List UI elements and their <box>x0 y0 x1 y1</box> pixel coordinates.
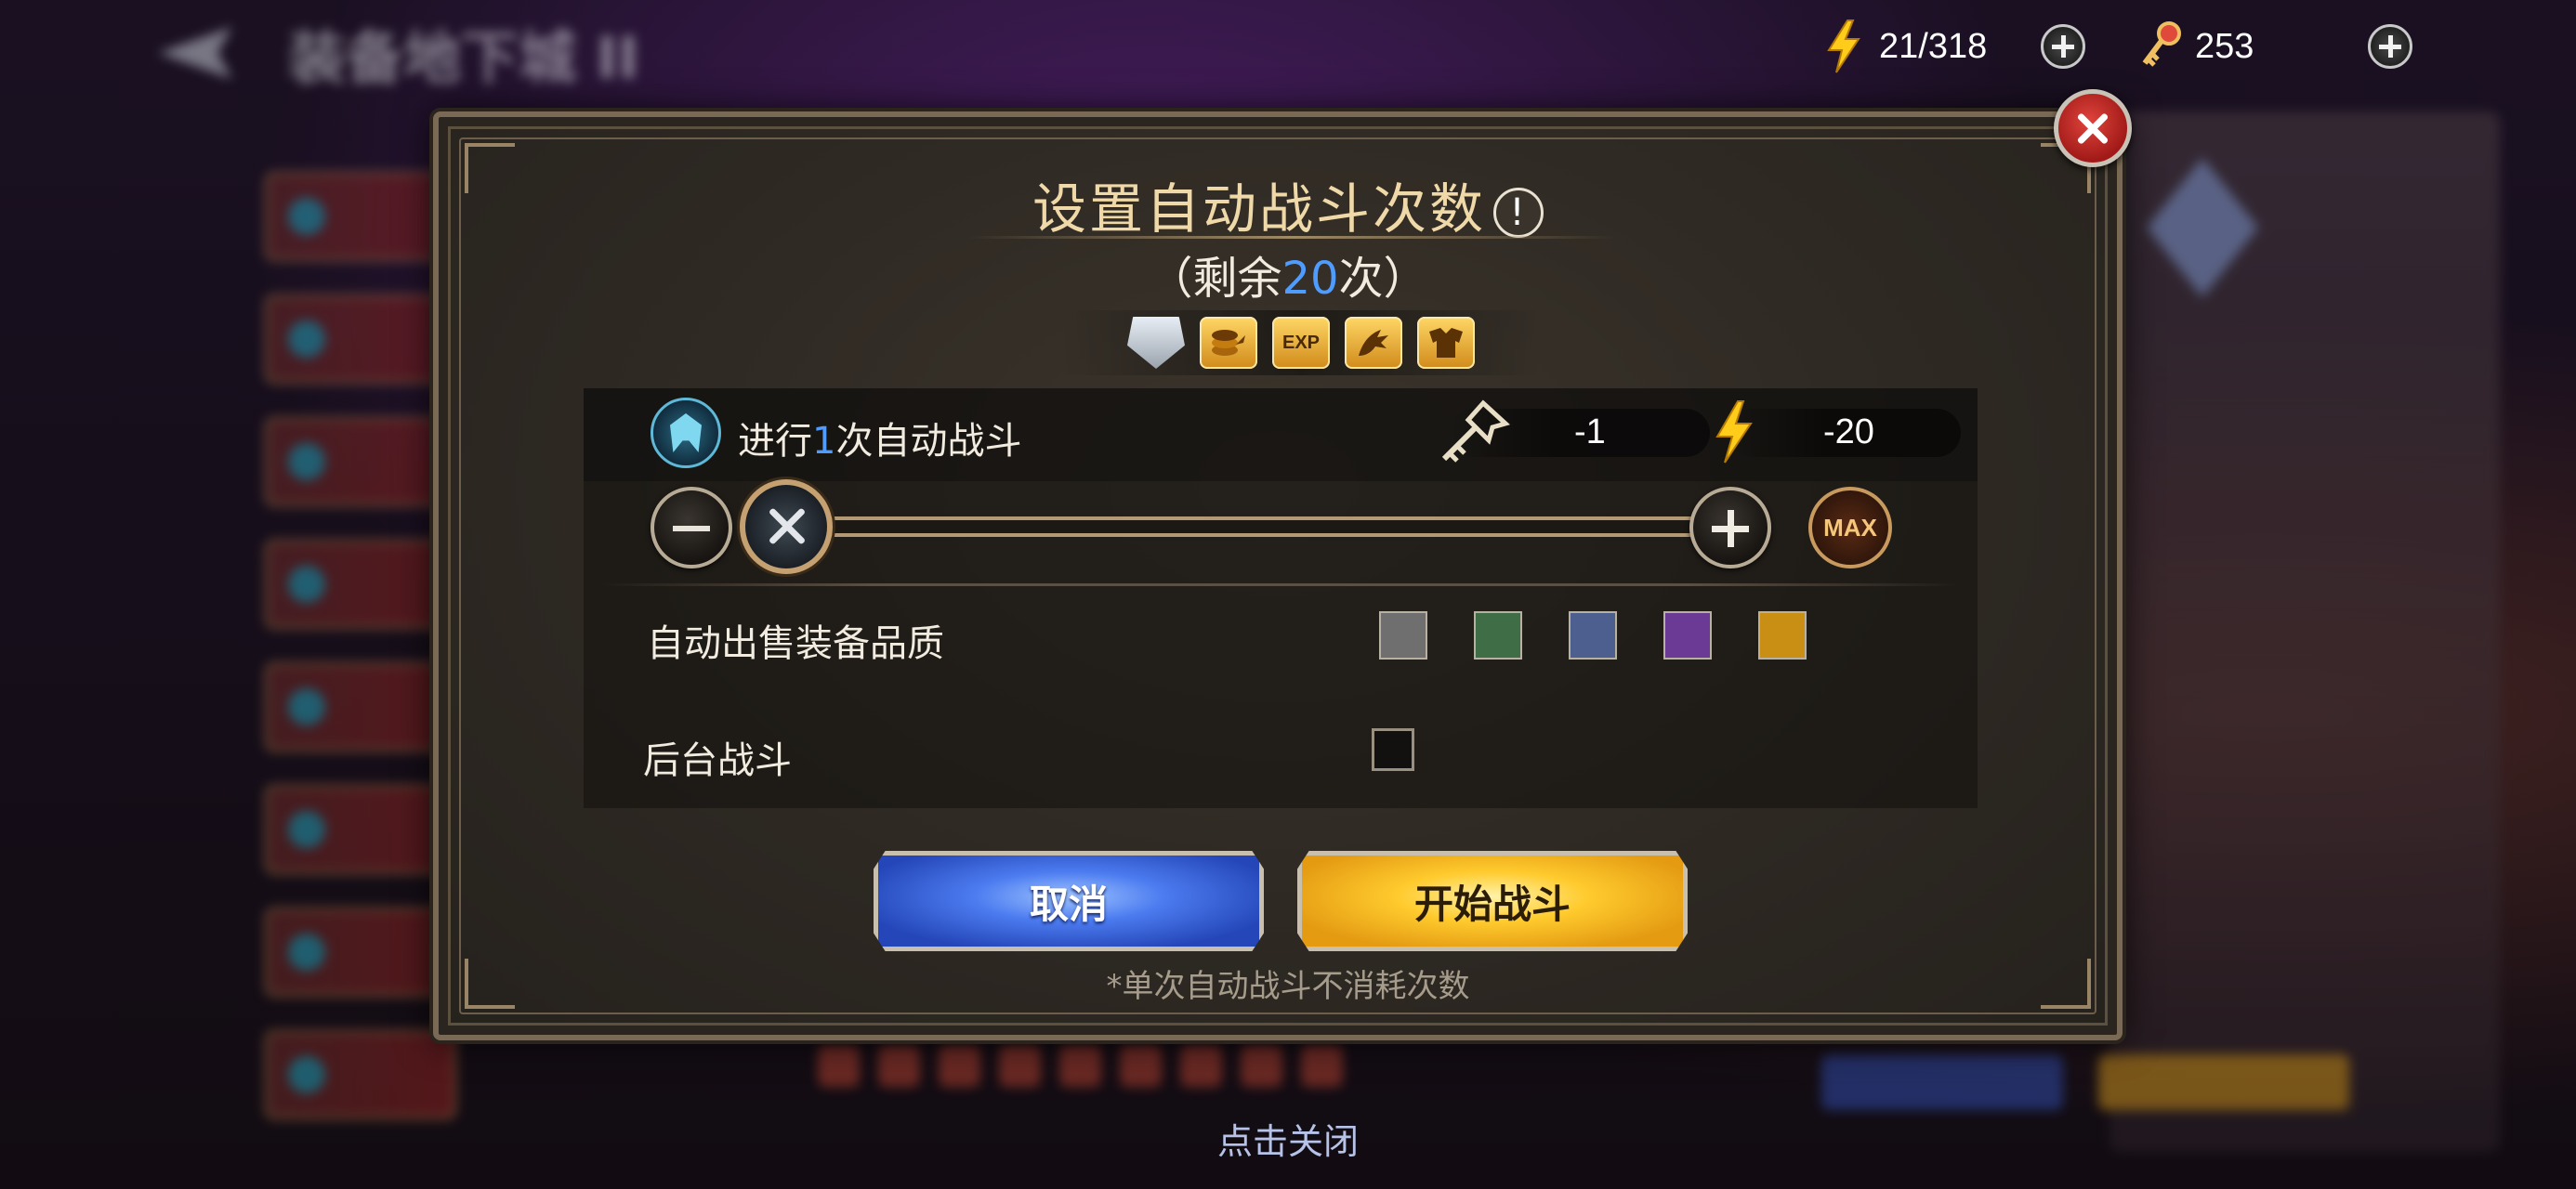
lightning-bolt-icon <box>1827 20 1860 73</box>
cancel-button[interactable]: 取消 <box>874 851 1264 951</box>
background-blue-button <box>1821 1054 2063 1110</box>
background-title: 装备地下城 II <box>288 24 639 92</box>
slider-thumb-crossed-swords-icon[interactable] <box>740 479 833 574</box>
quality-swatch[interactable] <box>1663 611 1712 660</box>
dragon-icon <box>1345 317 1402 369</box>
remaining-count: （剩余20次） <box>1148 253 1428 305</box>
list-item <box>265 294 456 384</box>
background-gold-button <box>2098 1054 2349 1110</box>
quality-swatch[interactable] <box>1379 611 1427 660</box>
helmet-icon <box>651 398 721 468</box>
background-gem-row <box>818 1045 1343 1087</box>
quality-swatch[interactable] <box>1474 611 1522 660</box>
key-resource: 253 <box>2137 19 2254 74</box>
quality-swatch[interactable] <box>1569 611 1617 660</box>
add-energy-button[interactable] <box>2041 24 2085 69</box>
energy-cost-value: -20 <box>1823 412 1874 451</box>
auto-battle-count: 1 <box>812 420 836 463</box>
auto-battle-count-label: 进行1次自动战斗 <box>738 420 1022 463</box>
dialog-title-text: 设置自动战斗次数 <box>1032 177 1486 241</box>
info-icon[interactable]: ! <box>1493 187 1544 238</box>
auto-sell-quality-label: 自动出售装备品质 <box>647 622 944 665</box>
reward-icons: EXP <box>1059 310 1543 375</box>
list-item <box>265 785 456 874</box>
key-value: 253 <box>2195 26 2254 66</box>
title-divider <box>966 236 1617 239</box>
decrease-button[interactable] <box>651 487 732 568</box>
max-button[interactable]: MAX <box>1808 487 1892 568</box>
note-text: *单次自动战斗不消耗次数 <box>1106 968 1470 1005</box>
background-battle-checkbox[interactable] <box>1372 728 1414 771</box>
background-battle-label: 后台战斗 <box>643 739 792 782</box>
dialog-title: 设置自动战斗次数! <box>0 165 2576 243</box>
add-key-button[interactable] <box>2368 24 2412 69</box>
exp-icon: EXP <box>1272 317 1330 369</box>
list-item <box>265 1030 456 1119</box>
panel-divider <box>602 583 1959 586</box>
energy-resource: 21/318 <box>1821 19 1987 74</box>
back-arrow-icon <box>158 27 232 79</box>
battle-count-slider[interactable] <box>781 513 1710 541</box>
increase-button[interactable] <box>1689 487 1771 568</box>
lightning-bolt-icon <box>1715 400 1753 464</box>
key-cost-icon <box>1441 399 1510 463</box>
start-battle-button[interactable]: 开始战斗 <box>1297 851 1688 951</box>
gold-coins-icon <box>1200 317 1257 369</box>
list-item <box>265 540 456 629</box>
list-item <box>265 417 456 506</box>
list-item <box>265 662 456 751</box>
key-icon <box>2142 21 2181 67</box>
armor-icon <box>1417 317 1475 369</box>
energy-value: 21/318 <box>1879 26 1988 66</box>
key-cost-value: -1 <box>1574 412 1606 451</box>
shield-badge-icon <box>1127 317 1185 369</box>
close-button[interactable] <box>2054 89 2132 167</box>
quality-swatch[interactable] <box>1758 611 1807 660</box>
tap-to-close[interactable]: 点击关闭 <box>0 1113 2576 1164</box>
remaining-number: 20 <box>1281 253 1339 305</box>
